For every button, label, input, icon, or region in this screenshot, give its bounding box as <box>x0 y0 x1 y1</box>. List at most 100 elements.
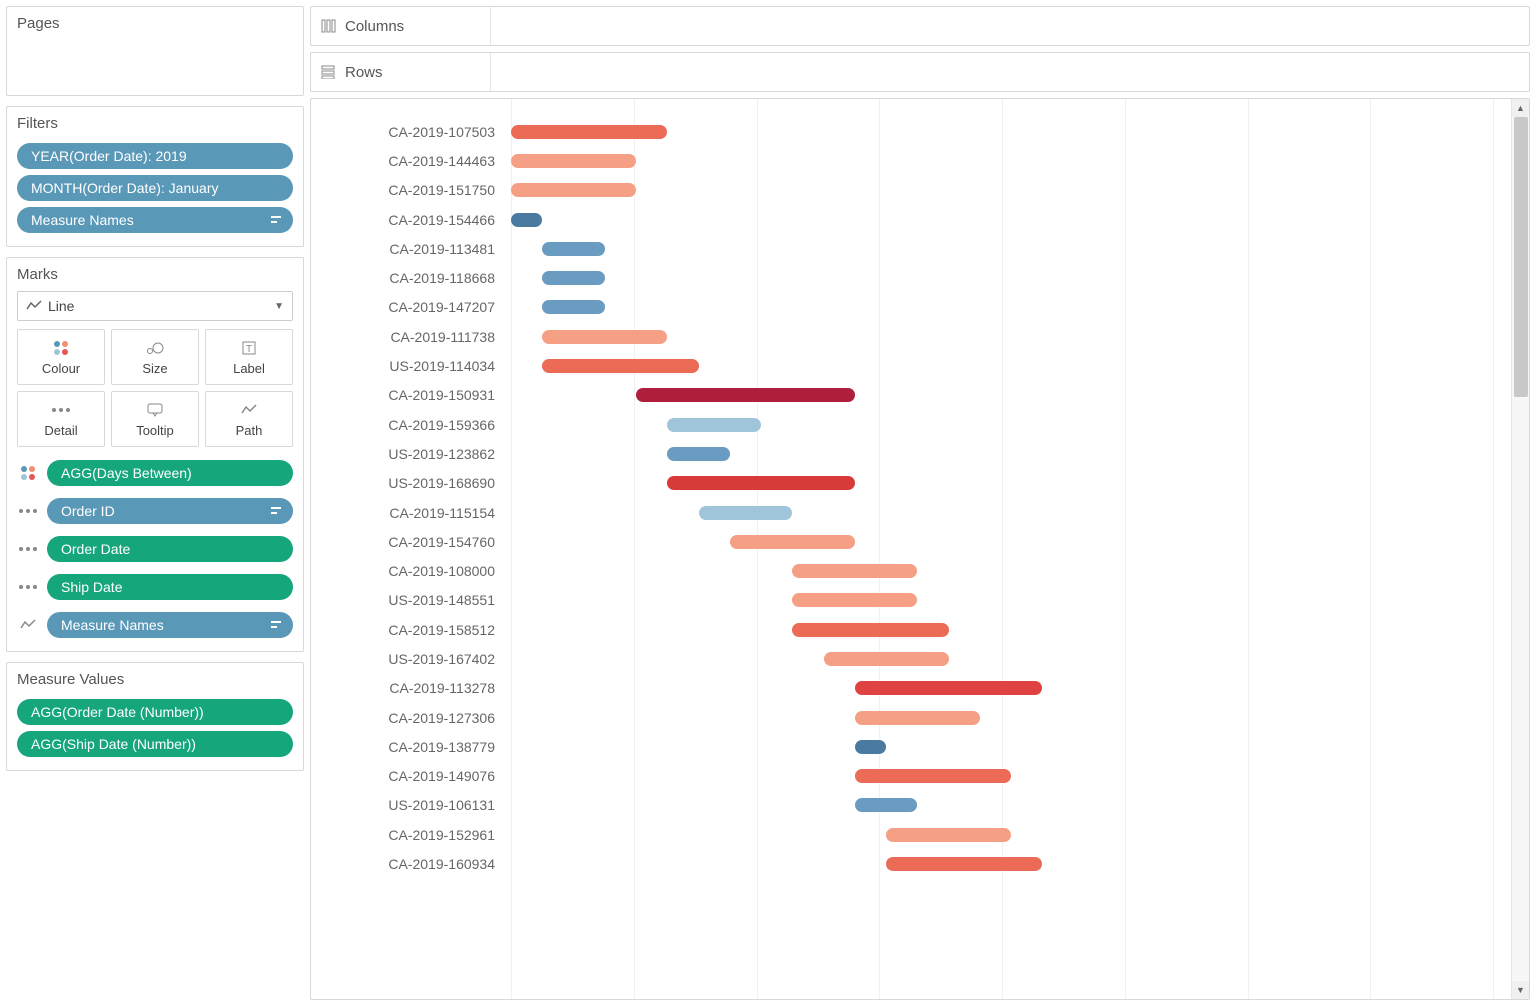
row-label: CA-2019-138779 <box>311 739 511 755</box>
row-label: CA-2019-108000 <box>311 563 511 579</box>
rows-pill-order-id[interactable]: Order ID <box>501 58 711 86</box>
mark-colour-button[interactable]: Colour <box>17 329 105 385</box>
colour-icon <box>54 339 68 357</box>
gantt-bar[interactable] <box>636 388 855 402</box>
row-plot <box>511 849 1511 878</box>
columns-icon <box>321 19 337 33</box>
gantt-bar[interactable] <box>667 418 761 432</box>
pages-panel: Pages <box>6 6 304 96</box>
row-label: US-2019-123862 <box>311 446 511 462</box>
filter-pill[interactable]: YEAR(Order Date): 2019 <box>17 143 293 169</box>
row-label: CA-2019-127306 <box>311 710 511 726</box>
vertical-scrollbar[interactable]: ▲ ▼ <box>1511 99 1529 999</box>
mark-pill[interactable]: Ship Date <box>47 574 293 600</box>
row-plot <box>511 703 1511 732</box>
mark-pill-label: Order Date <box>61 541 130 557</box>
measure-value-label: AGG(Order Date (Number)) <box>31 704 204 720</box>
chart-row: US-2019-168690 <box>311 469 1511 498</box>
gantt-bar[interactable] <box>542 242 605 256</box>
line-icon <box>26 300 42 312</box>
visualization-area[interactable]: CA-2019-107503CA-2019-144463CA-2019-1517… <box>310 98 1530 1000</box>
mark-detail-button[interactable]: Detail <box>17 391 105 447</box>
gantt-bar[interactable] <box>542 300 605 314</box>
mark-size-button[interactable]: Size <box>111 329 199 385</box>
mark-button-label: Detail <box>44 423 77 438</box>
mark-pill[interactable]: Order ID <box>47 498 293 524</box>
gantt-bar[interactable] <box>855 798 918 812</box>
columns-pill-measure-values[interactable]: Measure Values <box>501 12 711 40</box>
mark-pill[interactable]: AGG(Days Between) <box>47 460 293 486</box>
row-plot <box>511 263 1511 292</box>
size-icon <box>146 339 164 357</box>
scroll-up-arrow[interactable]: ▲ <box>1512 99 1529 117</box>
mark-type-value: Line <box>48 298 74 314</box>
row-label: CA-2019-159366 <box>311 417 511 433</box>
gantt-bar[interactable] <box>855 681 1043 695</box>
chart-row: US-2019-123862 <box>311 439 1511 468</box>
row-plot <box>511 351 1511 380</box>
detail-icon <box>17 509 39 513</box>
gantt-bar[interactable] <box>824 652 949 666</box>
chart-row: CA-2019-127306 <box>311 703 1511 732</box>
gantt-bar[interactable] <box>886 828 1011 842</box>
mark-row: Measure Names <box>17 609 293 641</box>
gantt-bar[interactable] <box>886 857 1042 871</box>
chart-row: CA-2019-111738 <box>311 322 1511 351</box>
filter-pill[interactable]: Measure Names <box>17 207 293 233</box>
mark-pill[interactable]: Order Date <box>47 536 293 562</box>
mark-pill-label: AGG(Days Between) <box>61 465 192 481</box>
gantt-bar[interactable] <box>730 535 855 549</box>
rows-icon <box>321 65 337 79</box>
mark-pill[interactable]: Measure Names <box>47 612 293 638</box>
svg-text:T: T <box>246 344 252 355</box>
chart-row: CA-2019-160934 <box>311 849 1511 878</box>
gantt-bar[interactable] <box>792 593 917 607</box>
filters-panel: Filters YEAR(Order Date): 2019MONTH(Orde… <box>6 106 304 247</box>
measure-value-pill[interactable]: AGG(Ship Date (Number)) <box>17 731 293 757</box>
gantt-bar[interactable] <box>792 564 917 578</box>
row-plot <box>511 381 1511 410</box>
columns-shelf[interactable]: Columns Measure Values <box>310 6 1530 46</box>
gantt-bar[interactable] <box>511 154 636 168</box>
row-label: CA-2019-152961 <box>311 827 511 843</box>
gantt-bar[interactable] <box>667 447 730 461</box>
path-icon <box>241 401 257 419</box>
gantt-bar[interactable] <box>542 271 605 285</box>
gantt-bar[interactable] <box>667 476 855 490</box>
marks-panel: Marks Line ▼ ColourSizeTLabelDetailToolt… <box>6 257 304 652</box>
gantt-bar[interactable] <box>511 125 667 139</box>
row-label: CA-2019-118668 <box>311 270 511 286</box>
scroll-thumb[interactable] <box>1514 117 1528 397</box>
mark-button-label: Path <box>236 423 263 438</box>
gantt-bar[interactable] <box>699 506 793 520</box>
row-label: US-2019-167402 <box>311 651 511 667</box>
detail-icon <box>52 401 70 419</box>
row-label: CA-2019-149076 <box>311 768 511 784</box>
gantt-bar[interactable] <box>511 213 542 227</box>
gantt-bar[interactable] <box>855 740 886 754</box>
row-plot <box>511 176 1511 205</box>
filter-pill[interactable]: MONTH(Order Date): January <box>17 175 293 201</box>
chart-row: US-2019-167402 <box>311 644 1511 673</box>
mark-type-select[interactable]: Line ▼ <box>17 291 293 321</box>
columns-label: Columns <box>345 18 404 35</box>
chart-row: CA-2019-118668 <box>311 263 1511 292</box>
chart-row: CA-2019-107503 <box>311 117 1511 146</box>
mark-path-button[interactable]: Path <box>205 391 293 447</box>
gantt-bar[interactable] <box>792 623 948 637</box>
sort-icon <box>271 505 283 517</box>
gantt-bar[interactable] <box>542 359 698 373</box>
rows-shelf[interactable]: Rows Order ID <box>310 52 1530 92</box>
gantt-bar[interactable] <box>511 183 636 197</box>
gantt-bar[interactable] <box>855 769 1011 783</box>
chart-row: US-2019-106131 <box>311 791 1511 820</box>
row-plot <box>511 117 1511 146</box>
measure-value-pill[interactable]: AGG(Order Date (Number)) <box>17 699 293 725</box>
row-plot <box>511 234 1511 263</box>
row-plot <box>511 439 1511 468</box>
gantt-bar[interactable] <box>542 330 667 344</box>
scroll-down-arrow[interactable]: ▼ <box>1512 981 1529 999</box>
mark-label-button[interactable]: TLabel <box>205 329 293 385</box>
mark-tooltip-button[interactable]: Tooltip <box>111 391 199 447</box>
gantt-bar[interactable] <box>855 711 980 725</box>
